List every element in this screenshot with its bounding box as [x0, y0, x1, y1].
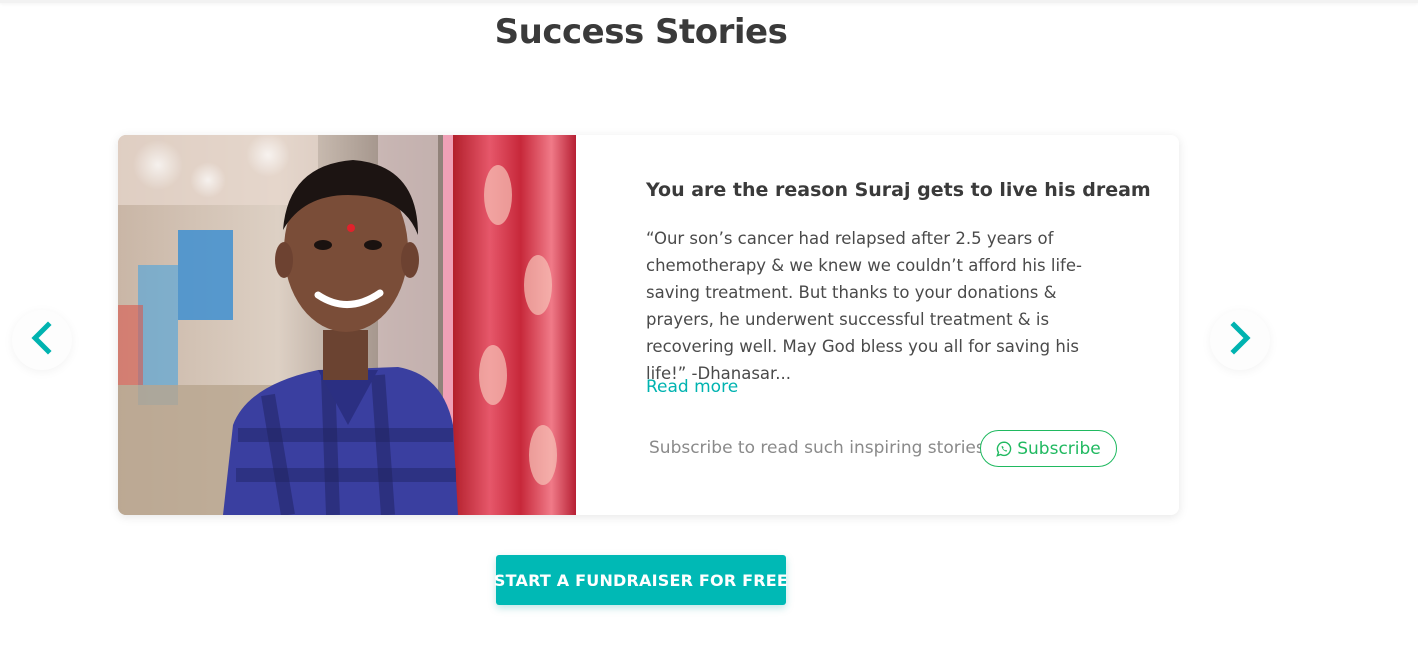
- story-title: You are the reason Suraj gets to live hi…: [646, 179, 1151, 201]
- start-fundraiser-button[interactable]: START A FUNDRAISER FOR FREE: [494, 555, 788, 605]
- read-more-link[interactable]: Read more: [646, 377, 738, 397]
- chevron-right-icon: [1227, 321, 1253, 359]
- story-quote: “Our son’s cancer had relapsed after 2.5…: [646, 229, 1082, 383]
- subscribe-prompt: Subscribe to read such inspiring stories: [649, 438, 985, 458]
- subscribe-button[interactable]: Subscribe: [980, 430, 1117, 467]
- carousel-next-button[interactable]: [1210, 310, 1270, 370]
- carousel-prev-button[interactable]: [12, 310, 72, 370]
- story-card: You are the reason Suraj gets to live hi…: [118, 135, 1179, 515]
- section-title: Success Stories: [494, 12, 788, 52]
- header-shadow-line: [0, 0, 1418, 3]
- chevron-left-icon: [29, 321, 55, 359]
- whatsapp-icon: [996, 440, 1012, 457]
- subscribe-button-label: Subscribe: [1017, 438, 1101, 459]
- story-photo: [118, 135, 576, 515]
